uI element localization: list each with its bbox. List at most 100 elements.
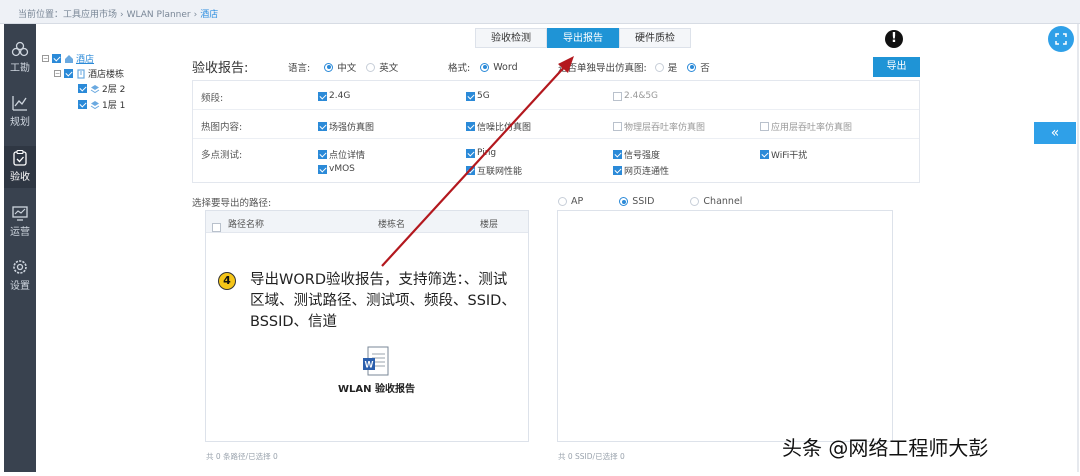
tree-checkbox[interactable] (78, 84, 87, 93)
format-radio-word[interactable] (480, 62, 490, 72)
tree-node-floor-1[interactable]: 1层 1 (78, 98, 125, 111)
sidebar-item-settings[interactable]: 设置 (4, 258, 36, 298)
checkbox[interactable] (318, 122, 327, 131)
multipoint-option-internet[interactable]: 互联网性能 (466, 164, 522, 177)
filter-options: AP SSID Channel (558, 196, 742, 207)
export-button[interactable]: 导出 (873, 57, 920, 77)
heatmap-option-app[interactable]: 应用层吞吐率仿真图 (760, 120, 852, 133)
sidebar-item-acceptance[interactable]: 验收 (4, 146, 36, 188)
checkbox[interactable] (466, 91, 475, 101)
band-option-both[interactable]: 2.4&5G (613, 91, 658, 101)
multipoint-option-interference[interactable]: WiFi干扰 (760, 148, 807, 161)
callout-text: 导出WORD验收报告，支持筛选：、测试区域、测试路径、测试项、频段、SSID、B… (250, 272, 516, 330)
path-table-header: 路径名称 楼栋名 楼层 (206, 211, 528, 233)
multipoint-option-vmos[interactable]: vMOS (318, 164, 355, 174)
tab-acceptance-check[interactable]: 验收检测 (475, 28, 547, 48)
language-radio-zh[interactable] (324, 62, 334, 72)
heatmap-label: 热图内容: (201, 122, 243, 133)
tab-bar: 验收检测 导出报告 硬件质检 (475, 28, 691, 48)
breadcrumb: 当前位置：工具应用市场 › WLAN Planner › 酒店 (18, 7, 218, 20)
multipoint-option-rssi[interactable]: 信号强度 (613, 148, 660, 161)
checkbox[interactable] (760, 150, 769, 159)
filter-radio-ssid[interactable] (619, 197, 629, 206)
checkbox[interactable] (318, 91, 327, 101)
filter-radio-ap[interactable] (558, 197, 567, 206)
tree-node-label: 酒店楼栋 (88, 70, 125, 80)
sidebar-item-planning[interactable]: 规划 (4, 94, 36, 134)
tree-node-building[interactable]: − 酒店楼栋 (54, 67, 124, 80)
path-footer: 共 0 条路径/已选择 0 (206, 452, 278, 461)
sidebar-item-label: 规划 (10, 117, 30, 128)
language-option-label: 中文 (337, 63, 357, 74)
tree-checkbox[interactable] (78, 100, 87, 109)
fullscreen-button[interactable] (1048, 26, 1074, 52)
checkbox[interactable] (318, 150, 327, 159)
annotation-exclamation-icon: ! (885, 30, 903, 48)
filter-radio-channel[interactable] (690, 197, 700, 206)
band-row: 频段: 2.4G 5G 2.4&5G (193, 81, 919, 110)
settings-icon (13, 260, 27, 274)
sidebar-item-label: 设置 (10, 281, 30, 292)
checkbox[interactable] (613, 122, 622, 131)
checkbox[interactable] (613, 91, 622, 101)
option-label: 应用层吞吐率仿真图 (771, 123, 853, 133)
checkbox[interactable] (613, 166, 622, 175)
watermark: 头条 @网络工程师大彭 (782, 436, 989, 460)
multipoint-option-detail[interactable]: 点位详情 (318, 148, 365, 161)
collapse-icon[interactable]: − (54, 70, 61, 77)
tab-hardware-check[interactable]: 硬件质检 (619, 28, 691, 48)
heatmap-option-snr[interactable]: 信噪比仿真图 (466, 120, 531, 133)
band-label: 频段: (201, 93, 224, 104)
checkbox[interactable] (760, 122, 769, 131)
column-floor[interactable]: 楼层 (480, 217, 498, 230)
language-label: 语言: (288, 63, 311, 74)
multipoint-option-ping[interactable]: Ping (466, 148, 496, 158)
multipoint-option-web[interactable]: 网页连通性 (613, 164, 669, 177)
survey-icon (11, 41, 29, 57)
column-building[interactable]: 楼栋名 (378, 217, 405, 230)
tree-node-root[interactable]: − 酒店 (42, 52, 94, 65)
heatmap-option-phy[interactable]: 物理层吞吐率仿真图 (613, 120, 705, 133)
column-path-name[interactable]: 路径名称 (228, 217, 264, 230)
building-icon (77, 68, 85, 79)
hotel-icon (65, 54, 73, 63)
separate-radio-yes[interactable] (654, 62, 664, 72)
tab-export-report[interactable]: 导出报告 (547, 28, 619, 48)
heatmap-option-signal[interactable]: 场强仿真图 (318, 120, 374, 133)
checkbox[interactable] (466, 148, 475, 158)
option-label: vMOS (329, 164, 355, 174)
tree-node-floor-2[interactable]: 2层 2 (78, 82, 125, 95)
callout-number-badge: 4 (218, 271, 242, 292)
svg-text:W: W (365, 360, 374, 370)
band-option-24g[interactable]: 2.4G (318, 91, 350, 101)
tree-checkbox[interactable] (52, 54, 61, 63)
format-option-label: Word (493, 61, 518, 73)
multipoint-row: 多点测试: 点位详情 Ping 信号强度 WiFi干扰 vMOS 互联网性能 网… (193, 139, 919, 182)
language-radio-en[interactable] (366, 62, 376, 72)
sidebar-item-label: 运营 (10, 227, 30, 238)
separate-radio-no[interactable] (687, 62, 697, 72)
option-label: 2.4&5G (624, 91, 659, 101)
option-label: 2.4G (329, 91, 351, 101)
select-all-checkbox[interactable] (212, 223, 221, 232)
checkbox[interactable] (613, 150, 622, 159)
option-label: WiFi干扰 (771, 151, 808, 161)
band-option-5g[interactable]: 5G (466, 91, 490, 101)
sidebar-item-survey[interactable]: 工勘 (4, 40, 36, 80)
checkbox[interactable] (466, 166, 475, 175)
checkbox[interactable] (318, 164, 327, 174)
tree-checkbox[interactable] (64, 69, 73, 78)
option-label: 信噪比仿真图 (477, 123, 532, 133)
breadcrumb-item-market[interactable]: 工具应用市场 (63, 10, 117, 20)
option-label: 网页连通性 (624, 167, 670, 177)
floor-icon (90, 100, 100, 109)
checkbox[interactable] (466, 122, 475, 131)
collapse-panel-button[interactable]: « (1034, 122, 1076, 144)
breadcrumb-item-planner[interactable]: WLAN Planner (127, 10, 191, 20)
filter-option-label: Channel (703, 196, 743, 207)
breadcrumb-separator: › (193, 10, 198, 20)
collapse-icon[interactable]: − (42, 55, 49, 62)
sidebar-item-operations[interactable]: 运营 (4, 204, 36, 244)
option-label: 场强仿真图 (329, 123, 375, 133)
filter-option-label: SSID (632, 196, 655, 207)
